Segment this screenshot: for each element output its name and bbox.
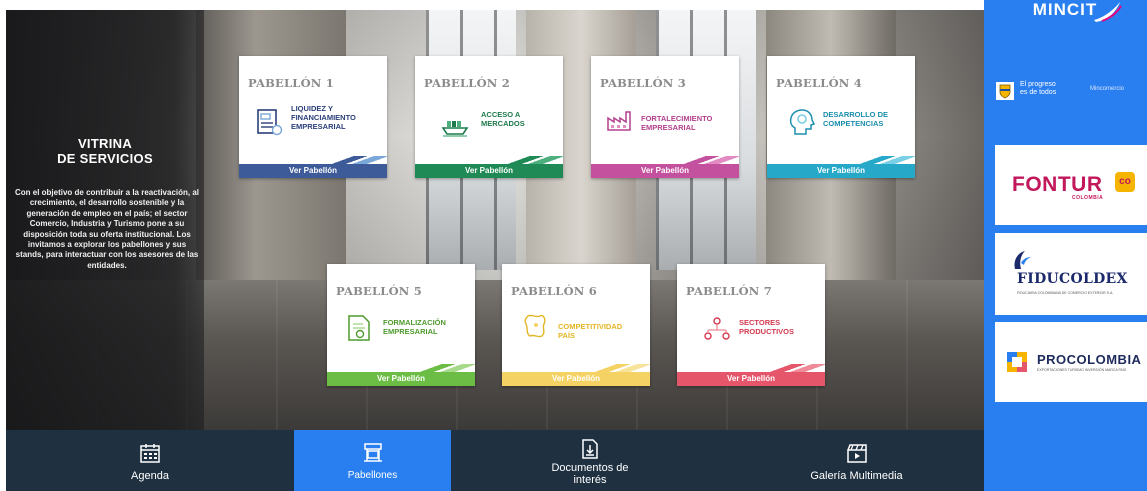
view-pavilion-button[interactable]: Ver Pabellón [415, 164, 563, 178]
pavilion-label: ACCESO A MERCADOS [481, 110, 577, 128]
pavilion-label-line: EMPRESARIAL [383, 327, 438, 336]
pavilion-label: SECTORES PRODUCTIVOS [739, 318, 835, 336]
pavilion-title: PABELLÓN 7 [686, 284, 772, 298]
view-pavilion-button[interactable]: Ver Pabellón [239, 164, 387, 178]
procolombia-wordmark: PROCOLOMBIA [1037, 352, 1142, 367]
pavilion-card-2[interactable]: PABELLÓN 2 ACCESO A MERCADOS Ver Pabelló… [415, 56, 563, 178]
view-pavilion-button[interactable]: Ver Pabellón [677, 372, 825, 386]
pavilion-label-line: LIQUIDEZ Y [291, 104, 333, 113]
fontur-wordmark: FONTUR [1012, 173, 1103, 196]
card-accent-stripe [845, 156, 915, 164]
card-accent-stripe [405, 364, 475, 372]
certificate-icon [348, 315, 370, 341]
map-icon [524, 314, 546, 338]
pavilion-label-line: FORTALECIMIENTO [641, 114, 713, 123]
pavilion-card-6[interactable]: PABELLÓN 6 COMPETITIVIDAD PAÍS Ver Pabel… [502, 264, 650, 386]
ship-icon [441, 121, 469, 137]
view-pavilion-button[interactable]: Ver Pabellón [502, 372, 650, 386]
fontur-logo-card[interactable]: FONTUR co COLOMBIA [995, 145, 1147, 225]
pavilion-label-line: PRODUCTIVOS [739, 327, 795, 336]
gov-slogan-line: es de todos [1020, 88, 1057, 96]
procolombia-subtitle: EXPORTACIONES TURISMO INVERSIÓN MARCA PA… [1037, 368, 1127, 372]
nav-label: Agenda [131, 470, 169, 482]
fiducoldex-mark-icon [1014, 251, 1031, 269]
pavilion-card-3[interactable]: PABELLÓN 3 FORTALECIMIENTO EMPRESARIAL V… [591, 56, 739, 178]
pavilion-label: DESARROLLO DE COMPETENCIAS [823, 110, 919, 128]
services-info-panel: VITRINA DE SERVICIOS Con el objetivo de … [6, 10, 204, 430]
services-title-line2: DE SERVICIOS [57, 151, 153, 166]
card-accent-stripe [493, 156, 563, 164]
clapperboard-icon [846, 444, 867, 463]
pavilion-label: FORTALECIMIENTO EMPRESARIAL [641, 114, 737, 132]
card-accent-stripe [317, 156, 387, 164]
card-accent-stripe [755, 364, 825, 372]
nav-label-line: interés [573, 474, 607, 486]
fiducoldex-subtitle: FIDUCIARIA COLOMBIANA DE COMERCIO EXTERI… [1017, 291, 1114, 295]
pavilion-label-line: EMPRESARIAL [291, 122, 346, 131]
pavilion-label: COMPETITIVIDAD PAÍS [558, 322, 654, 340]
pavilion-title: PABELLÓN 4 [776, 76, 862, 90]
pavilion-label: LIQUIDEZ Y FINANCIAMIENTO EMPRESARIAL [291, 104, 387, 131]
pavilion-label-line: EMPRESARIAL [641, 123, 696, 132]
calendar-icon [140, 444, 160, 463]
nav-agenda[interactable]: Agenda [6, 430, 294, 491]
nav-pabellones[interactable]: Pabellones [294, 430, 451, 491]
pavilion-label-line: COMPETENCIAS [823, 119, 884, 128]
bottom-navigation: Agenda Pabellones Documentos de interés [6, 430, 984, 491]
view-pavilion-button[interactable]: Ver Pabellón [327, 372, 475, 386]
head-gear-icon [789, 109, 815, 135]
services-title-line1: VITRINA [77, 136, 133, 151]
card-accent-stripe [669, 156, 739, 164]
document-download-icon [582, 439, 598, 459]
nav-galeria[interactable]: Galería Multimedia [729, 430, 984, 491]
pavilion-label-line: DESARROLLO DE [823, 110, 889, 119]
pavilion-card-1[interactable]: PABELLÓN 1 LIQUIDEZ Y FINANCIAMIENTO EMP… [239, 56, 387, 178]
pavilion-label-line: FINANCIAMIENTO [291, 113, 356, 122]
fiducoldex-wordmark: FIDUCOLDEX [1017, 271, 1128, 287]
pavilion-label-line: SECTORES [739, 318, 781, 327]
pavilion-title: PABELLÓN 2 [424, 76, 510, 90]
document-money-icon [257, 109, 283, 136]
nav-label-line: Documentos de [551, 462, 629, 474]
pavilion-title: PABELLÓN 3 [600, 76, 686, 90]
pavilion-title: PABELLÓN 5 [336, 284, 422, 298]
view-pavilion-button[interactable]: Ver Pabellón [591, 164, 739, 178]
pavilion-title: PABELLÓN 1 [248, 76, 334, 90]
procolombia-mark-icon [1007, 352, 1027, 372]
nav-label: Documentos de interés [451, 462, 729, 486]
pavilion-label: FORMALIZACIÓN EMPRESARIAL [383, 318, 479, 336]
pavilion-label-line: FORMALIZACIÓN [383, 318, 446, 327]
gov-slogan-line: El progreso [1020, 81, 1056, 88]
ministry-label: Mincomercio [1090, 86, 1125, 92]
services-title: VITRINA DE SERVICIOS [6, 136, 204, 166]
mincit-swoosh-icon [1094, 2, 1122, 22]
virtual-fair-screen: VITRINA DE SERVICIOS Con el objetivo de … [0, 0, 1147, 491]
pavilion-card-7[interactable]: PABELLÓN 7 SECTORES PRODUCTIVOS Ver Pabe… [677, 264, 825, 386]
procolombia-logo-card[interactable]: PROCOLOMBIA EXPORTACIONES TURISMO INVERS… [995, 322, 1147, 402]
card-accent-stripe [580, 364, 650, 372]
pavilion-card-4[interactable]: PABELLÓN 4 DESARROLLO DE COMPETENCIAS Ve… [767, 56, 915, 178]
fiducoldex-logo-card[interactable]: FIDUCOLDEX FIDUCIARIA COLOMBIANA DE COME… [995, 233, 1147, 315]
pavilion-title: PABELLÓN 6 [511, 284, 597, 298]
factory-icon [607, 111, 631, 131]
nav-label: Pabellones [347, 470, 398, 481]
pavilion-label-line: COMPETITIVIDAD [558, 322, 623, 331]
services-description: Con el objetivo de contribuir a la react… [14, 188, 200, 270]
view-pavilion-button[interactable]: Ver Pabellón [767, 164, 915, 178]
pavilion-label-line: PAÍS [558, 331, 575, 340]
pavilion-card-5[interactable]: PABELLÓN 5 FORMALIZACIÓN EMPRESARIAL Ver… [327, 264, 475, 386]
nav-label: Galería Multimedia [810, 470, 903, 482]
fontur-co-badge: co [1115, 172, 1135, 192]
pavilion-label-line: MERCADOS [481, 119, 525, 128]
pavilion-label-line: ACCESO A [481, 110, 521, 119]
fontur-subtitle: COLOMBIA [1072, 195, 1104, 201]
gov-slogan: El progreso es de todos [1020, 81, 1075, 96]
nav-documentos[interactable]: Documentos de interés [451, 430, 729, 491]
network-people-icon [704, 317, 730, 340]
stand-icon [363, 443, 382, 462]
coat-of-arms-icon [996, 82, 1014, 100]
